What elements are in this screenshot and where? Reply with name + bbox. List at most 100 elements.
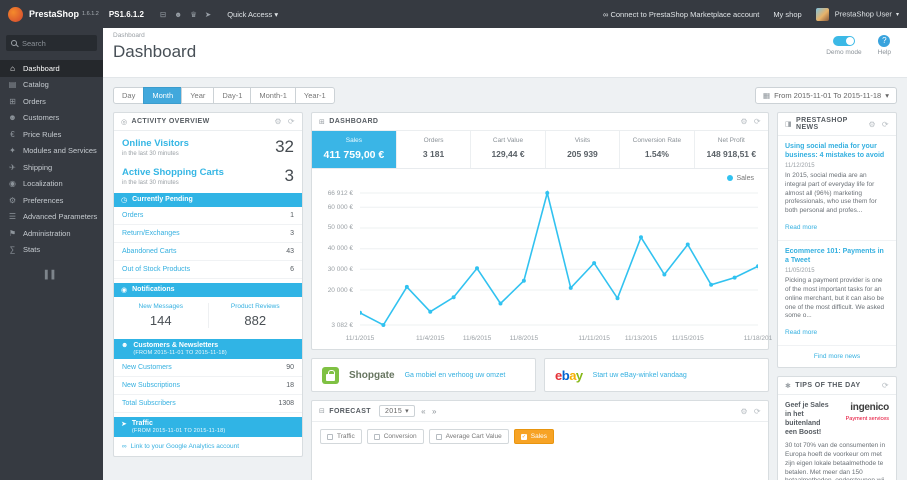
range-month-1-button[interactable]: Month-1 <box>250 87 296 104</box>
next-year-icon[interactable]: » <box>432 407 437 416</box>
chevron-down-icon: ▾ <box>405 408 410 415</box>
range-day-1-button[interactable]: Day-1 <box>213 87 252 104</box>
my-shop-link[interactable]: My shop <box>773 10 801 19</box>
range-year-1-button[interactable]: Year-1 <box>294 87 335 104</box>
abandoned-carts-row[interactable]: Abandoned Carts 43 <box>114 243 302 261</box>
product-reviews-stat[interactable]: Product Reviews 882 <box>207 303 303 328</box>
kpi-cart-value[interactable]: Cart Value 129,44 € <box>471 131 546 168</box>
trophy-icon[interactable]: ♛ <box>190 10 197 19</box>
forecast-traffic-toggle[interactable]: Traffic <box>320 429 362 444</box>
gear-icon[interactable]: ⚙ <box>868 120 876 129</box>
sidebar-item-orders[interactable]: ⊞ Orders <box>0 93 103 110</box>
person-icon[interactable]: ☻ <box>174 10 182 19</box>
sidebar-collapse-icon[interactable]: ▌▌ <box>0 270 103 279</box>
stat-subtitle: in the last 30 minutes <box>122 150 179 157</box>
article-title-link[interactable]: Using social media for your business: 4 … <box>785 142 889 160</box>
sidebar-item-shipping[interactable]: ✈ Shipping <box>0 159 103 176</box>
pending-orders-row[interactable]: Orders 1 <box>114 207 302 225</box>
sidebar-item-customers[interactable]: ☻ Customers <box>0 110 103 127</box>
find-more-news-link[interactable]: Find more news <box>778 346 896 367</box>
prestashop-logo[interactable] <box>8 6 23 22</box>
activity-overview-panel: ◎ ACTIVITY OVERVIEW ⚙ ⟳ Online Visitors … <box>113 112 303 457</box>
marketplace-link[interactable]: ∞ Connect to PrestaShop Marketplace acco… <box>603 10 759 19</box>
online-visitors-link[interactable]: Online Visitors <box>122 138 275 149</box>
new-subscriptions-row[interactable]: New Subscriptions 18 <box>114 377 302 395</box>
sidebar-item-label: Orders <box>23 96 46 106</box>
panel-title: PRESTASHOP NEWS <box>796 117 848 131</box>
tip-heading: Geef je Sales in het buitenland een Boos… <box>785 402 829 437</box>
google-analytics-link[interactable]: ∞ Link to your Google Analytics account <box>114 437 302 456</box>
panel-title: FORECAST <box>329 407 371 415</box>
demo-mode-label: Demo mode <box>826 49 862 56</box>
shopgate-link[interactable]: Ga mobiel en verhoog uw omzet <box>405 372 506 379</box>
read-more-link[interactable]: Read more <box>785 329 817 336</box>
kpi-sales[interactable]: Sales 411 759,00 € <box>312 131 397 168</box>
forecast-legend: Traffic Conversion Average Cart Value ✓ … <box>312 422 768 451</box>
refresh-icon[interactable]: ⟳ <box>882 120 889 129</box>
demo-mode-toggle[interactable] <box>832 36 855 46</box>
quick-access-menu[interactable]: Quick Access ▾ <box>227 10 278 19</box>
gear-icon[interactable]: ⚙ <box>274 117 282 126</box>
shop-name-link[interactable]: PS1.6.1.2 <box>109 10 144 19</box>
pending-returns-row[interactable]: Return/Exchanges 3 <box>114 225 302 243</box>
rocket-icon[interactable]: ➤ <box>205 10 211 19</box>
ingenico-logo: ingenico Payment services <box>845 402 890 422</box>
home-icon: ⌂ <box>10 63 15 73</box>
gear-icon[interactable]: ⚙ <box>740 117 748 126</box>
refresh-icon[interactable]: ⟳ <box>288 117 295 126</box>
refresh-icon[interactable]: ⟳ <box>882 381 889 390</box>
article-title-link[interactable]: Ecommerce 101: Payments in a Tweet <box>785 247 889 265</box>
forecast-year-select[interactable]: 2015 ▾ <box>378 405 416 417</box>
refresh-icon[interactable]: ⟳ <box>754 407 761 416</box>
kpi-orders[interactable]: Orders 3 181 <box>397 131 472 168</box>
range-month-button[interactable]: Month <box>143 87 183 104</box>
range-day-button[interactable]: Day <box>113 87 145 104</box>
new-customers-row[interactable]: New Customers 90 <box>114 359 302 377</box>
prev-year-icon[interactable]: « <box>421 407 426 416</box>
forecast-sales-toggle[interactable]: Sales <box>513 429 554 444</box>
total-subscribers-row[interactable]: Total Subscribers 1308 <box>114 395 302 413</box>
page-title: Dashboard <box>113 42 197 61</box>
ebay-link[interactable]: Start uw eBay-winkel vandaag <box>593 372 687 379</box>
cart-icon[interactable]: ⊟ <box>160 10 166 19</box>
prestashop-admin: PrestaShop 1.6.1.2 PS1.6.1.2 ⊟ ☻ ♛ ➤ Qui… <box>0 0 907 480</box>
date-range-picker[interactable]: ▦ From 2015-11-01 To 2015-11-18 ▾ <box>754 87 897 104</box>
stats-icon: ∑ <box>9 245 16 255</box>
sidebar-item-localization[interactable]: ◉ Localization <box>0 176 103 193</box>
out-of-stock-row[interactable]: Out of Stock Products 6 <box>114 261 302 279</box>
range-year-button[interactable]: Year <box>181 87 215 104</box>
sliders-icon: ☰ <box>8 212 17 222</box>
sidebar-item-catalog[interactable]: ▤ Catalog <box>0 77 103 94</box>
kpi-row: Sales 411 759,00 € Orders 3 181 Cart Val… <box>312 131 768 169</box>
traffic-icon: ➤ <box>121 421 127 428</box>
read-more-link[interactable]: Read more <box>785 224 817 231</box>
link-icon: ∞ <box>603 9 609 19</box>
kpi-conversion-rate[interactable]: Conversion Rate 1.54% <box>620 131 695 168</box>
sidebar: ⌂ Dashboard ▤ Catalog ⊞ Orders ☻ Custome… <box>0 28 103 480</box>
sidebar-search[interactable] <box>6 35 97 51</box>
sidebar-item-stats[interactable]: ∑ Stats <box>0 242 103 259</box>
sidebar-item-price-rules[interactable]: € Price Rules <box>0 126 103 143</box>
help-icon[interactable]: ? <box>878 35 891 47</box>
sidebar-item-preferences[interactable]: ⚙ Preferences <box>0 192 103 209</box>
sidebar-item-modules-and-services[interactable]: ✦ Modules and Services <box>0 143 103 160</box>
ebay-logo: ebay <box>555 367 583 383</box>
sidebar-item-advanced-parameters[interactable]: ☰ Advanced Parameters <box>0 209 103 226</box>
ebay-ad: ebay Start uw eBay-winkel vandaag <box>544 358 769 392</box>
new-messages-stat[interactable]: New Messages 144 <box>114 303 208 328</box>
sidebar-item-dashboard[interactable]: ⌂ Dashboard <box>0 60 103 77</box>
refresh-icon[interactable]: ⟳ <box>754 117 761 126</box>
forecast-avg-cart-toggle[interactable]: Average Cart Value <box>428 429 509 444</box>
kpi-visits[interactable]: Visits 205 939 <box>546 131 621 168</box>
prestashop-news-panel: ◨ PRESTASHOP NEWS ⚙ ⟳ Using social media… <box>777 112 897 369</box>
search-input[interactable] <box>22 38 92 48</box>
currently-pending-header: ◷ Currently Pending <box>114 193 302 207</box>
tip-body-text: 30 tot 70% van de consumenten in Europa … <box>785 442 886 480</box>
gear-icon[interactable]: ⚙ <box>740 407 748 416</box>
active-carts-link[interactable]: Active Shopping Carts <box>122 167 285 178</box>
sidebar-item-administration[interactable]: ⚑ Administration <box>0 225 103 242</box>
catalog-icon: ▤ <box>8 80 17 90</box>
kpi-net-profit[interactable]: Net Profit 148 918,51 € <box>695 131 768 168</box>
forecast-conversion-toggle[interactable]: Conversion <box>366 429 424 444</box>
user-menu[interactable]: PrestaShop User ▾ <box>815 7 899 21</box>
